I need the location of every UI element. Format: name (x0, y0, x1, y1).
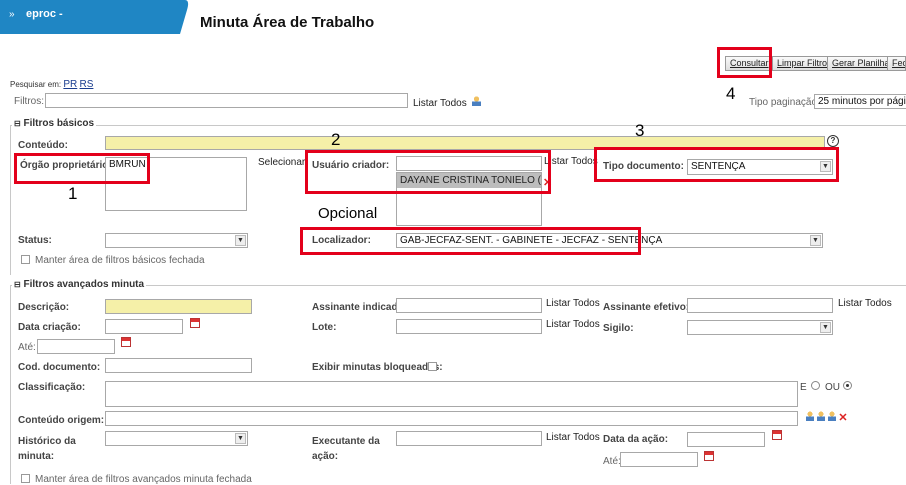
ate-input[interactable] (37, 339, 115, 354)
assinante-efetivo-listar-link[interactable]: Listar Todos (838, 298, 892, 309)
exibir-bloqueadas-checkbox[interactable] (428, 362, 437, 371)
assinante-indicado-label: Assinante indicado: (312, 302, 408, 313)
pesquisar-rs-link[interactable]: RS (80, 79, 94, 90)
help-icon[interactable]: ? (827, 135, 839, 147)
conteudo-label: Conteúdo: (18, 140, 68, 151)
e-radio[interactable] (811, 381, 820, 390)
search-user-icon[interactable] (806, 411, 814, 421)
highlight-box-1 (14, 153, 150, 184)
manter-basicos-checkbox[interactable] (21, 255, 30, 264)
calendar-icon[interactable] (121, 337, 131, 347)
avancados-legend-label: Filtros avançados minuta (23, 279, 145, 290)
cod-documento-input[interactable] (105, 358, 252, 373)
brand-label: eproc - (26, 8, 63, 20)
filtros-input[interactable] (45, 93, 408, 108)
annotation-1: 1 (68, 184, 78, 203)
highlight-box-2 (305, 150, 551, 194)
manter-avancados-label: Manter área de filtros avançados minuta … (35, 474, 252, 485)
executante-label: Executante da ação: (312, 436, 380, 462)
highlight-box-3 (594, 147, 839, 182)
pesquisar-pr-link[interactable]: PR (63, 79, 77, 90)
search-all-icon[interactable] (827, 411, 836, 421)
data-criacao-input[interactable] (105, 319, 183, 334)
ate2-label: Até: (603, 456, 621, 467)
manter-basicos-label: Manter área de filtros básicos fechada (35, 255, 205, 266)
classificacao-label: Classificação: (18, 382, 86, 393)
brand-tab[interactable]: » eproc - (0, 0, 200, 34)
ate-label: Até: (18, 342, 36, 353)
annotation-2: 2 (331, 130, 341, 149)
annotation-opcional: Opcional (318, 205, 378, 222)
avancados-fieldset-left (10, 285, 11, 484)
sigilo-label: Sigilo: (603, 323, 634, 334)
pesquisar-em: Pesquisar em: PR RS (10, 79, 93, 90)
calendar-icon[interactable] (704, 451, 714, 461)
sigilo-select[interactable]: ▼ (687, 320, 833, 335)
search-tools-icons: ✕ (806, 411, 848, 424)
annotation-3: 3 (635, 121, 645, 140)
annotation-4: 4 (726, 84, 736, 103)
basicos-fieldset-border (10, 125, 906, 126)
historico-select[interactable]: ▼ (105, 431, 248, 446)
avancados-legend[interactable]: ⊟ Filtros avançados minuta (12, 279, 147, 290)
data-criacao-label: Data criação: (18, 322, 81, 333)
fechar-button[interactable]: Fec (887, 56, 906, 71)
executante-listar-link[interactable]: Listar Todos (546, 432, 600, 443)
classificacao-input[interactable] (105, 381, 798, 407)
chevron-down-icon: ▼ (820, 322, 831, 333)
collapse-icon: ⊟ (14, 119, 21, 128)
calendar-icon[interactable] (190, 318, 200, 328)
tipo-paginacao-label: Tipo paginação: (749, 97, 820, 108)
search-group-icon[interactable] (816, 411, 825, 421)
highlight-box-localizador (300, 227, 641, 255)
ate2-input[interactable] (620, 452, 698, 467)
lote-input[interactable] (396, 319, 542, 334)
double-chevron-icon: » (9, 9, 15, 20)
manter-avancados-checkbox[interactable] (21, 474, 30, 483)
selecionar-link[interactable]: Selecionar (258, 157, 305, 168)
clear-icon[interactable]: ✕ (838, 412, 847, 424)
assinante-indicado-input[interactable] (396, 298, 542, 313)
page-title: Minuta Área de Trabalho (200, 14, 375, 31)
tipo-paginacao-select[interactable]: 25 minutos por página (814, 94, 906, 109)
ou-radio[interactable] (843, 381, 852, 390)
highlight-box-4 (717, 47, 772, 78)
executante-input[interactable] (396, 431, 542, 446)
assinante-indicado-listar-link[interactable]: Listar Todos (546, 298, 600, 309)
status-label: Status: (18, 235, 52, 246)
data-acao-input[interactable] (687, 432, 765, 447)
status-select[interactable]: ▼ (105, 233, 248, 248)
calendar-icon[interactable] (772, 430, 782, 440)
ou-label: OU (825, 382, 840, 393)
lote-listar-link[interactable]: Listar Todos (546, 319, 600, 330)
chevron-down-icon: ▼ (235, 235, 246, 246)
tipo-paginacao-value: 25 minutos por página (818, 96, 906, 107)
exibir-bloqueadas-label: Exibir minutas bloqueadas: (312, 362, 443, 373)
lote-label: Lote: (312, 322, 337, 333)
descricao-label: Descrição: (18, 302, 70, 313)
filtros-listar-todos-link[interactable]: Listar Todos (413, 96, 481, 109)
descricao-input[interactable] (105, 299, 252, 314)
assinante-efetivo-label: Assinante efetivo: (603, 302, 690, 313)
assinante-efetivo-input[interactable] (687, 298, 833, 313)
usuario-listar-todos-link[interactable]: Listar Todos (544, 156, 598, 167)
conteudo-origem-label: Conteúdo origem: (18, 415, 105, 426)
conteudo-origem-input[interactable] (105, 411, 798, 426)
historico-label: Histórico da minuta: (18, 436, 76, 462)
user-search-icon (471, 96, 481, 106)
gerar-planilha-button[interactable]: Gerar Planilha (827, 56, 895, 71)
pesquisar-label: Pesquisar em: (10, 80, 62, 89)
filtros-label: Filtros: (14, 96, 44, 107)
chevron-down-icon: ▼ (810, 235, 821, 246)
basicos-legend[interactable]: ⊟ Filtros básicos (12, 118, 97, 129)
chevron-down-icon: ▼ (235, 433, 246, 444)
collapse-icon: ⊟ (14, 280, 21, 289)
cod-documento-label: Cod. documento: (18, 362, 101, 373)
e-label: E (800, 382, 807, 393)
data-acao-label: Data da ação: (603, 434, 669, 445)
listar-todos-label: Listar Todos (413, 98, 467, 109)
basicos-fieldset-left (10, 125, 11, 275)
basicos-legend-label: Filtros básicos (23, 118, 95, 129)
